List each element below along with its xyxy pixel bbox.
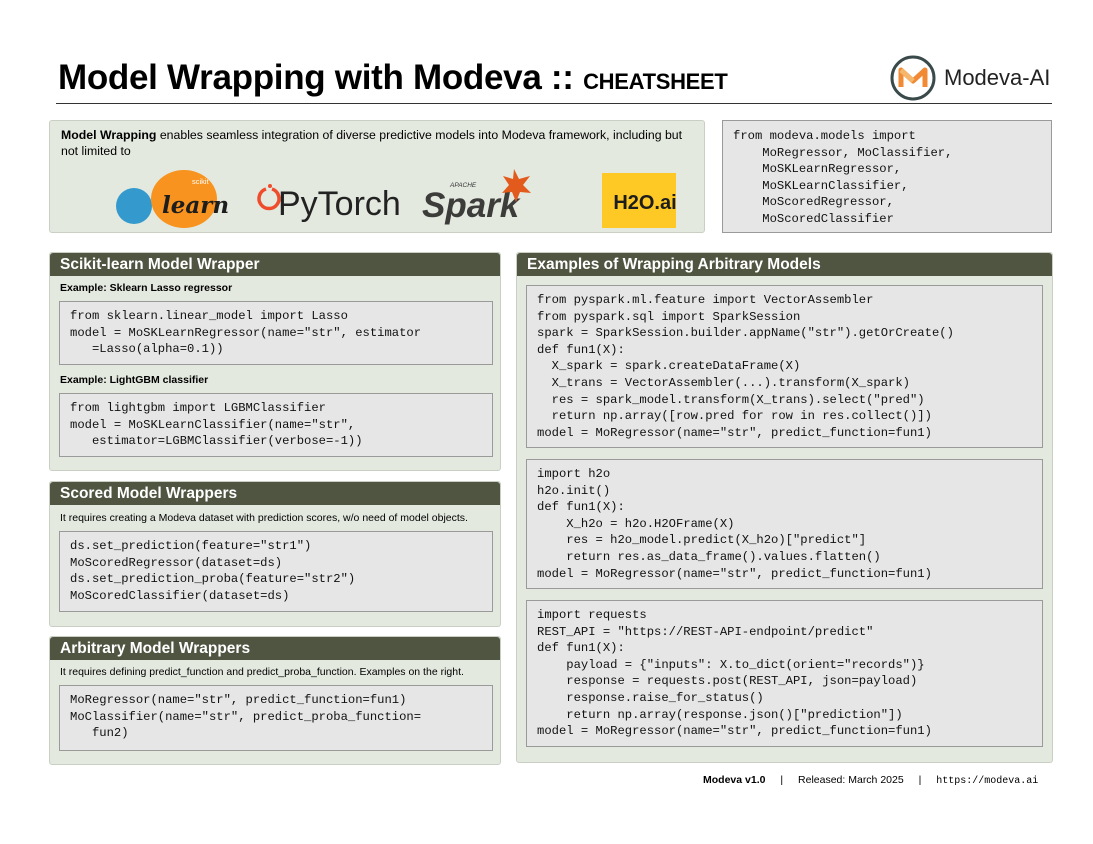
- framework-logos: scikit learn PyTorch APACHE Spark H2O.ai: [116, 169, 676, 228]
- pytorch-logo-icon: PyTorch: [257, 184, 401, 223]
- scored-panel: Scored Model Wrappers It requires creati…: [49, 481, 501, 627]
- intro-box: Model Wrapping enables seamless integrat…: [49, 120, 705, 233]
- arbitrary-panel: Arbitrary Model Wrappers It requires def…: [49, 636, 501, 765]
- intro-text: Model Wrapping enables seamless integrat…: [61, 128, 701, 159]
- examples-panel: Examples of Wrapping Arbitrary Models fr…: [516, 252, 1053, 763]
- h2o-example-code: import h2o h2o.init() def fun1(X): X_h2o…: [526, 459, 1043, 589]
- h2o-logo-icon: H2O.ai: [602, 173, 676, 228]
- rest-api-example-code: import requests REST_API = "https://REST…: [526, 600, 1043, 747]
- sklearn-example1-label: Example: Sklearn Lasso regressor: [60, 282, 233, 294]
- scored-panel-title: Scored Model Wrappers: [50, 482, 500, 505]
- arbitrary-panel-title: Arbitrary Model Wrappers: [50, 637, 500, 660]
- examples-panel-title: Examples of Wrapping Arbitrary Models: [517, 253, 1052, 276]
- footer-separator-2: |: [918, 774, 922, 786]
- sklearn-small-text: scikit: [192, 177, 210, 186]
- spark-logo-icon: APACHE Spark: [422, 169, 531, 225]
- footer-version: Modeva v1.0: [703, 774, 766, 786]
- sklearn-example1-code: from sklearn.linear_model import Lasso m…: [59, 301, 493, 365]
- header-divider: [56, 103, 1052, 104]
- intro-bold: Model Wrapping: [61, 128, 157, 142]
- footer-url[interactable]: https://modeva.ai: [936, 776, 1038, 787]
- title-subtitle: CHEATSHEET: [583, 69, 728, 94]
- import-code-block: from modeva.models import MoRegressor, M…: [722, 120, 1052, 233]
- sklearn-panel-title: Scikit-learn Model Wrapper: [50, 253, 500, 276]
- brand-name: Modeva-AI: [944, 65, 1051, 90]
- scored-panel-desc: It requires creating a Modeva dataset wi…: [60, 512, 468, 524]
- spark-example-code: from pyspark.ml.feature import VectorAss…: [526, 285, 1043, 448]
- scored-code: ds.set_prediction(feature="str1") MoScor…: [59, 531, 493, 612]
- modeva-logo: Modeva-AI: [890, 55, 1050, 101]
- sklearn-example2-code: from lightgbm import LGBMClassifier mode…: [59, 393, 493, 457]
- arbitrary-panel-desc: It requires defining predict_function an…: [60, 666, 464, 678]
- h2o-text: H2O.ai: [613, 192, 676, 214]
- arbitrary-code: MoRegressor(name="str", predict_function…: [59, 685, 493, 751]
- footer-release: Released: March 2025: [798, 774, 904, 786]
- footer: Modeva v1.0 | Released: March 2025 | htt…: [703, 774, 1038, 787]
- footer-separator-1: |: [780, 774, 784, 786]
- sklearn-panel: Scikit-learn Model Wrapper Example: Skle…: [49, 252, 501, 471]
- sklearn-logo-icon: scikit learn: [116, 170, 229, 228]
- modeva-logo-icon: [890, 55, 936, 101]
- sklearn-text: learn: [162, 192, 229, 219]
- sklearn-example2-label: Example: LightGBM classifier: [60, 374, 209, 386]
- title-main: Model Wrapping with Modeva ::: [58, 58, 574, 97]
- pytorch-text: PyTorch: [278, 185, 401, 223]
- page-title: Model Wrapping with Modeva :: CHEATSHEET: [58, 58, 728, 98]
